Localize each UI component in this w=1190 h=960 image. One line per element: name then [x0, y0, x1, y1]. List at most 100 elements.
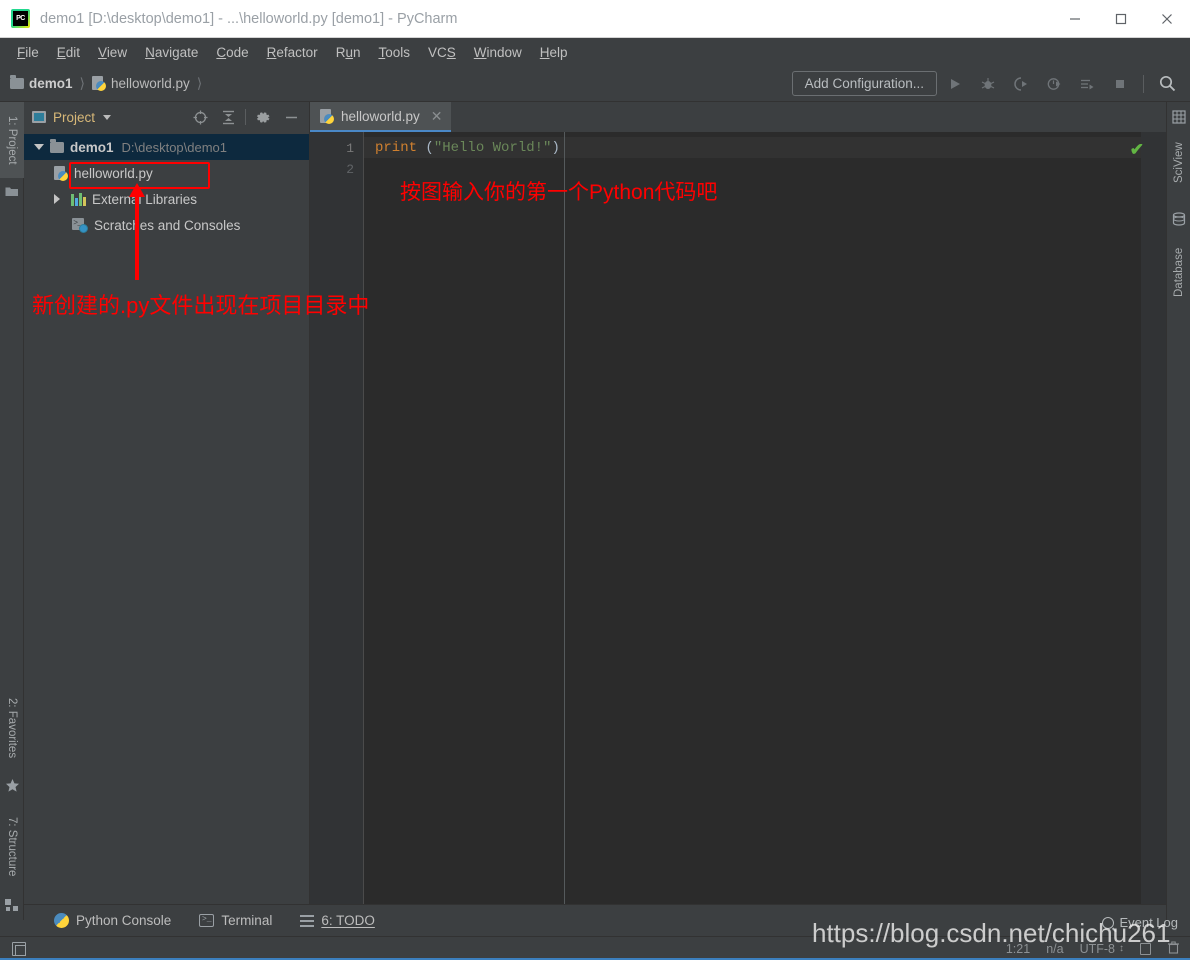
tree-row-helloworld[interactable]: helloworld.py — [24, 160, 309, 186]
tree-row-external-libraries[interactable]: External Libraries — [24, 186, 309, 212]
run-with-coverage-icon[interactable] — [1006, 71, 1036, 97]
pycharm-logo-icon — [11, 9, 30, 28]
toolbar-divider — [1143, 74, 1144, 93]
chevron-down-icon[interactable] — [103, 114, 112, 120]
line-number: 1 — [346, 141, 354, 156]
pycharm-window: demo1 [D:\desktop\demo1] - ...\helloworl… — [0, 0, 1190, 960]
annotation-tree: 新创建的.py文件出现在项目目录中 — [32, 293, 370, 318]
project-panel-title: Project — [53, 109, 96, 125]
window-title: demo1 [D:\desktop\demo1] - ...\helloworl… — [40, 10, 458, 27]
settings-gear-icon[interactable] — [249, 104, 277, 130]
breadcrumb-separator-icon: ⟩ — [79, 75, 85, 91]
bottom-item-python-console[interactable]: Python Console — [40, 909, 185, 932]
project-tree: demo1 D:\desktop\demo1 helloworld.py Ext… — [24, 132, 309, 238]
run-toolbar: Add Configuration... — [791, 71, 1190, 97]
menu-edit[interactable]: Edit — [48, 42, 89, 63]
python-file-icon — [91, 76, 106, 91]
folder-icon — [10, 75, 24, 89]
tree-row-scratches[interactable]: >_ Scratches and Consoles — [24, 212, 309, 238]
menu-bar: File Edit View Navigate Code Refactor Ru… — [0, 38, 1190, 66]
inspection-status-icon[interactable]: ✔ — [1130, 140, 1144, 160]
sidebar-item-favorites-label: 2: Favorites — [6, 697, 18, 759]
stop-icon[interactable] — [1105, 71, 1135, 97]
left-tool-window-strip: 1: Project 2: Favorites 7: Structure — [0, 102, 24, 920]
folder-icon — [50, 138, 64, 153]
menu-file[interactable]: File — [8, 42, 48, 63]
annotation-arrow-head — [129, 183, 145, 197]
project-panel-header: Project — [24, 102, 309, 132]
select-opened-file-icon[interactable] — [186, 104, 214, 130]
tab-label: helloworld.py — [341, 108, 420, 124]
sidebar-item-favorites[interactable]: 2: Favorites — [0, 682, 24, 774]
python-file-icon — [54, 165, 68, 181]
run-anything-icon[interactable] — [1072, 71, 1102, 97]
menu-code[interactable]: Code — [207, 42, 257, 63]
sidebar-item-database-label: Database — [1173, 247, 1185, 297]
code-token-print: print — [375, 140, 418, 156]
libraries-icon — [71, 192, 86, 206]
python-file-icon — [320, 108, 334, 124]
code-token-string: "Hello World!" — [433, 140, 552, 156]
editor-error-stripe[interactable] — [1141, 132, 1166, 904]
bottom-item-todo[interactable]: 6: TODO — [286, 909, 389, 932]
menu-navigate[interactable]: Navigate — [136, 42, 207, 63]
breadcrumb-separator-icon-2: ⟩ — [196, 75, 203, 91]
tree-row-demo1[interactable]: demo1 D:\desktop\demo1 — [24, 134, 309, 160]
grid-icon — [1172, 110, 1186, 124]
code-editor[interactable]: 1 2 print ("Hello World!") ✔ 按图输入你的第一个Py… — [310, 132, 1166, 904]
close-button[interactable] — [1144, 0, 1190, 38]
hide-panel-icon[interactable] — [277, 104, 305, 130]
menu-help[interactable]: Help — [531, 42, 577, 63]
bottom-item-python-console-label: Python Console — [76, 913, 172, 928]
tree-label-demo1: demo1 — [70, 139, 114, 155]
sidebar-item-database[interactable]: Database — [1167, 230, 1190, 314]
code-token-paren-open: ( — [417, 140, 434, 156]
debug-icon[interactable] — [973, 71, 1003, 97]
add-configuration-button[interactable]: Add Configuration... — [791, 71, 937, 96]
right-tool-window-strip: SciView Database — [1166, 102, 1190, 920]
star-icon — [5, 778, 19, 792]
window-controls — [1052, 0, 1190, 38]
show-tool-windows-icon[interactable] — [12, 941, 26, 956]
editor-tab-bar: helloworld.py ✕ — [310, 102, 1166, 132]
menu-window[interactable]: Window — [465, 42, 531, 63]
expand-triangle-right-icon[interactable] — [50, 194, 64, 204]
close-icon[interactable]: ✕ — [431, 108, 443, 125]
tab-helloworld-py[interactable]: helloworld.py ✕ — [310, 102, 451, 132]
project-tool-window: Project demo1 D:\desktop\demo1 helloworl… — [24, 102, 310, 904]
tree-path-demo1: D:\desktop\demo1 — [121, 139, 228, 155]
annotation-arrow-shaft — [135, 196, 139, 280]
menu-refactor[interactable]: Refactor — [258, 42, 327, 63]
watermark: https://blog.csdn.net/chichu261 — [812, 918, 1171, 948]
bottom-item-terminal[interactable]: >_ Terminal — [185, 909, 286, 932]
minimize-button[interactable] — [1052, 0, 1098, 38]
maximize-button[interactable] — [1098, 0, 1144, 38]
sidebar-item-sciview[interactable]: SciView — [1167, 128, 1190, 198]
expand-triangle-down-icon[interactable] — [32, 144, 46, 150]
breadcrumb-item-project[interactable]: demo1 — [29, 76, 73, 91]
sidebar-item-structure[interactable]: 7: Structure — [0, 802, 24, 892]
bottom-item-terminal-label: Terminal — [221, 913, 273, 928]
structure-icon — [5, 898, 19, 912]
project-view-icon — [32, 111, 46, 123]
folder-icon-strip — [5, 184, 19, 198]
search-everywhere-icon[interactable] — [1152, 71, 1182, 97]
menu-view[interactable]: View — [89, 42, 136, 63]
collapse-all-icon[interactable] — [214, 104, 242, 130]
profile-icon[interactable] — [1039, 71, 1069, 97]
sidebar-item-project[interactable]: 1: Project — [0, 102, 24, 178]
code-content[interactable]: print ("Hello World!") — [375, 138, 1132, 159]
menu-tools[interactable]: Tools — [369, 42, 419, 63]
tree-label-helloworld: helloworld.py — [74, 165, 153, 181]
breadcrumb-item-file[interactable]: helloworld.py — [111, 76, 190, 91]
bottom-item-todo-label: 6: TODO — [321, 913, 375, 928]
code-token-paren-close: ) — [551, 140, 560, 156]
terminal-icon: >_ — [199, 914, 215, 927]
menu-run[interactable]: Run — [327, 42, 370, 63]
navigation-toolbar: demo1 ⟩ helloworld.py ⟩ Add Configuratio… — [0, 66, 1190, 102]
project-panel-actions — [186, 104, 309, 130]
run-icon[interactable] — [940, 71, 970, 97]
python-console-icon — [54, 913, 69, 928]
sidebar-item-sciview-label: SciView — [1173, 142, 1185, 184]
menu-vcs[interactable]: VCS — [419, 42, 465, 63]
